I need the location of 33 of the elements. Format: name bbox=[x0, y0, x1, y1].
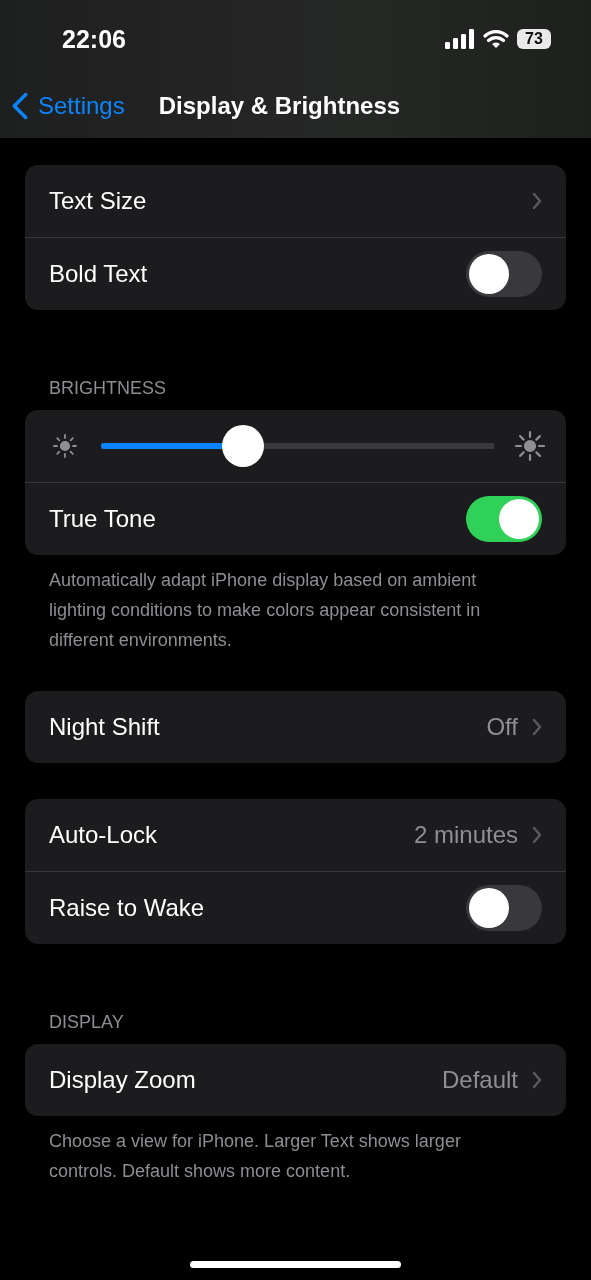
back-button[interactable]: Settings bbox=[12, 92, 125, 120]
chevron-icon bbox=[532, 826, 542, 844]
back-chevron-icon bbox=[12, 92, 28, 120]
section-header: DISPLAY bbox=[48, 1011, 125, 1034]
settings-row[interactable]: Text Size bbox=[25, 165, 566, 237]
chevron-icon bbox=[532, 192, 542, 210]
signal-icon bbox=[445, 29, 475, 49]
section-footer: Choose a view for iPhone. Larger Text shows larger controls. Default shows more content. bbox=[25, 1116, 566, 1186]
settings-row[interactable]: Display Zoom Default bbox=[25, 1044, 566, 1116]
section-footer: Automatically adapt iPhone display based on ambient lighting conditions to make colors appear consistent in different environments. bbox=[25, 555, 566, 655]
battery-percentage: 73 bbox=[525, 30, 543, 48]
row-label: Auto-Lock bbox=[49, 821, 158, 849]
toggle-switch[interactable] bbox=[466, 251, 542, 297]
page-title: Display & Brightness bbox=[158, 92, 401, 120]
row-label: Display Zoom bbox=[49, 1066, 196, 1094]
clock-time: 22:06 bbox=[62, 24, 126, 54]
toggle-switch[interactable] bbox=[466, 885, 542, 931]
settings-row[interactable]: Auto-Lock 2 minutes bbox=[25, 799, 566, 871]
sun-icon bbox=[514, 430, 546, 462]
settings-row[interactable]: Night Shift Off bbox=[25, 691, 566, 763]
chevron-icon bbox=[532, 1071, 542, 1089]
row-label: True Tone bbox=[49, 505, 156, 533]
row-value: Default bbox=[441, 1066, 518, 1094]
row-label: Bold Text bbox=[49, 260, 148, 288]
row-label: Raise to Wake bbox=[49, 894, 205, 922]
row-label: Text Size bbox=[49, 187, 147, 215]
row-value: Off bbox=[486, 713, 518, 741]
toggle-switch[interactable] bbox=[466, 496, 542, 542]
section-header: BRIGHTNESS bbox=[48, 377, 168, 400]
row-value: 2 minutes bbox=[413, 821, 518, 849]
wifi-icon bbox=[483, 29, 509, 49]
chevron-icon bbox=[532, 718, 542, 736]
row-label: Night Shift bbox=[49, 713, 160, 741]
